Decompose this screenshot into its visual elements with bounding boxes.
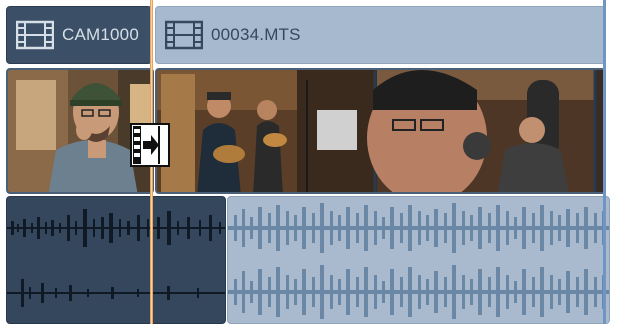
audio-track-cam1000[interactable] (6, 196, 226, 324)
clip-edge-marker[interactable] (603, 0, 606, 324)
video-thumbnails (157, 70, 604, 192)
film-strip-icon (165, 20, 203, 50)
audio-waveform (228, 203, 609, 319)
audio-waveform (7, 209, 225, 307)
audio-track-00034-mts[interactable] (227, 196, 610, 324)
timeline[interactable]: CAM1000 00034.MTS (0, 0, 618, 324)
clip-header-00034-mts[interactable]: 00034.MTS (155, 6, 606, 64)
video-track-00034-mts[interactable] (155, 68, 606, 194)
film-strip-icon (16, 20, 54, 50)
clip-name: CAM1000 (62, 25, 139, 44)
clip-name: 00034.MTS (211, 25, 301, 44)
ripple-trim-cursor-icon (130, 123, 170, 167)
clip-header-cam1000[interactable]: CAM1000 (6, 6, 152, 64)
